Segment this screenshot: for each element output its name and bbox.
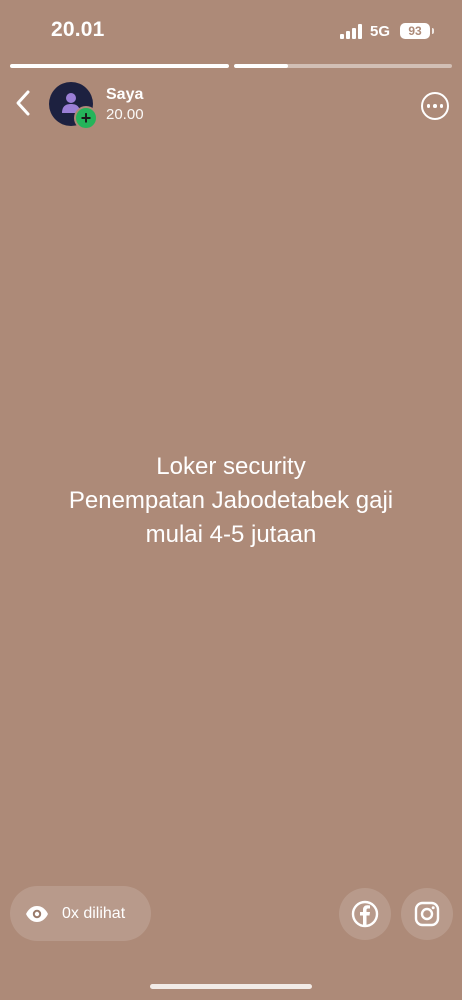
progress-fill [10, 64, 229, 68]
home-indicator[interactable] [150, 984, 312, 989]
battery-icon: 93 [400, 23, 434, 39]
back-button[interactable] [10, 86, 36, 120]
story-text: Loker security Penempatan Jabodetabek ga… [0, 450, 462, 552]
views-button[interactable]: 0x dilihat [10, 886, 151, 941]
story-progress [10, 64, 452, 68]
signal-icon [339, 23, 362, 39]
instagram-icon [414, 901, 440, 927]
battery-level: 93 [408, 24, 422, 38]
more-icon [426, 104, 431, 108]
plus-icon: + [80, 108, 92, 128]
status-bar: 20.01 5G 93 [0, 0, 462, 60]
progress-segment [233, 64, 452, 68]
add-status-button[interactable]: + [74, 106, 98, 130]
user-name: Saya [106, 86, 144, 103]
story-line: Loker security [156, 453, 306, 480]
story-line: Penempatan Jabodetabek gaji [68, 487, 394, 514]
network-type: 5G [369, 22, 390, 40]
views-label: 0x dilihat [62, 904, 126, 922]
progress-segment [10, 64, 229, 68]
share-instagram-button[interactable] [401, 888, 453, 940]
chevron-left-icon [16, 90, 30, 116]
story-header: + Saya 20.00 [0, 80, 462, 130]
eye-icon [26, 905, 48, 922]
post-time: 20.00 [106, 106, 144, 123]
facebook-icon [351, 900, 379, 928]
share-facebook-button[interactable] [339, 888, 391, 940]
progress-fill [233, 64, 289, 68]
status-time: 20.01 [51, 18, 105, 41]
status-indicators: 5G 93 [339, 20, 434, 42]
more-options-button[interactable] [421, 92, 449, 120]
story-line: mulai 4-5 jutaan [145, 521, 317, 548]
